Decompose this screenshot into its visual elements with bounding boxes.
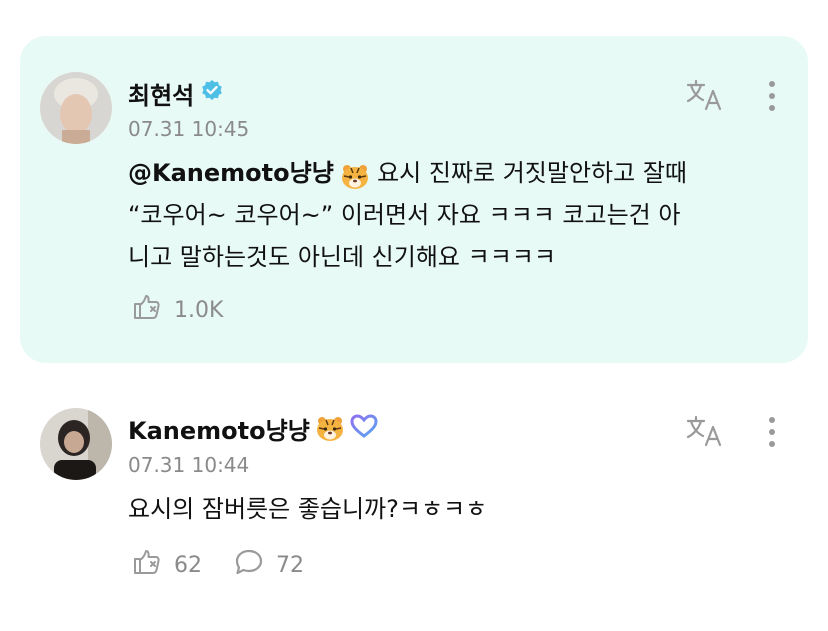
translate-icon[interactable] [686,414,726,452]
comment-stat[interactable]: 72 [234,548,304,582]
post-body: 요시의 잠버릇은 좋습니까?ㅋㅎㅋㅎ [128,495,488,523]
like-count: 1.0K [174,297,224,323]
post-timestamp: 07.31 10:44 [128,453,250,477]
avatar[interactable] [40,408,112,480]
translate-icon[interactable] [686,78,726,116]
tiger-emoji-icon [316,416,344,442]
more-vertical-icon[interactable] [766,416,778,452]
post-body-line-2: “코우어~ 코우어~” 이러면서 자요 ㅋㅋㅋ 코고는건 아 [128,201,681,229]
avatar[interactable] [40,72,112,144]
comment-count: 72 [276,552,304,578]
comment-bubble-icon [234,548,264,582]
author-name-text: 최현석 [128,82,195,110]
post-body-text-1: 요시 진짜로 거짓말안하고 잘때 [377,159,687,187]
like-stat[interactable]: 62 [132,548,202,582]
like-stat[interactable]: 1.0K [132,293,223,327]
author-name[interactable]: 최현석 [128,76,224,111]
post-body: @Kanemoto냥냥 요시 진짜로 거짓말안하고 잘때 “코우어~ 코우어~”… [128,152,788,278]
mention-link[interactable]: @Kanemoto냥냥 [128,159,334,187]
post-timestamp: 07.31 10:45 [128,117,250,141]
purple-heart-icon [350,413,378,445]
author-name[interactable]: Kanemoto냥냥 [128,411,378,446]
more-vertical-icon[interactable] [766,80,778,116]
verified-check-icon [200,79,224,109]
like-count: 62 [174,552,202,578]
author-name-text: Kanemoto냥냥 [128,417,310,445]
tiger-emoji-icon [341,161,369,189]
like-hand-icon [132,293,162,327]
post-body-line-1: @Kanemoto냥냥 요시 진짜로 거짓말안하고 잘때 [128,152,788,194]
post-body-line-3: 니고 말하는것도 아닌데 신기해요 ㅋㅋㅋㅋ [128,243,556,271]
like-hand-icon [132,548,162,582]
